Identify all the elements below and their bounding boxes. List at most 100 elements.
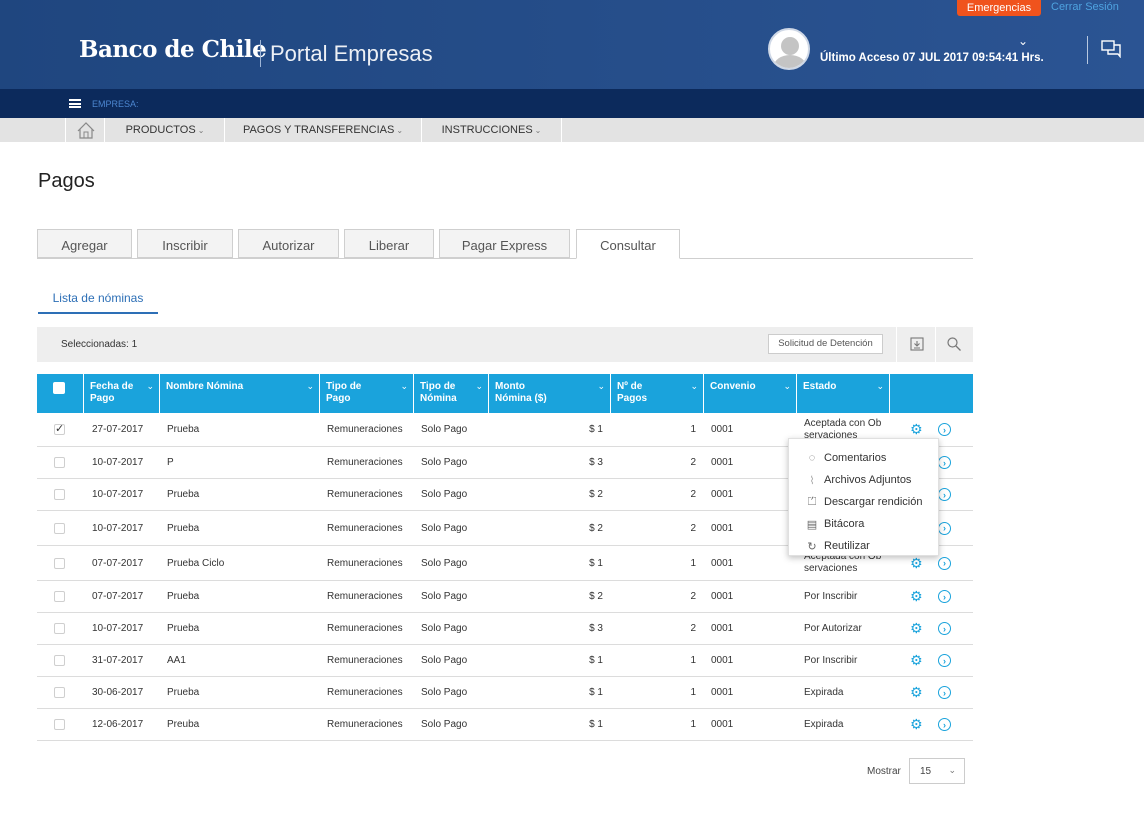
chat-icon[interactable] <box>1101 40 1121 58</box>
user-menu-chevron-icon[interactable]: ⌄ <box>1018 34 1028 48</box>
top-header: Emergencias Cerrar Sesión Banco de Chile… <box>0 0 1144 89</box>
gear-icon[interactable]: ⚙ <box>910 581 924 612</box>
col-convenio[interactable]: Convenio ⌄ <box>704 374 797 413</box>
company-label: EMPRESA: <box>92 99 139 109</box>
cell-num-pagos: 2 <box>690 591 696 602</box>
cell-convenio: 0001 <box>711 522 734 534</box>
cell-num-pagos: 1 <box>690 655 696 666</box>
cerrar-sesion-link[interactable]: Cerrar Sesión <box>1051 1 1119 13</box>
detention-request-button[interactable]: Solicitud de Detención <box>768 334 883 354</box>
table-row[interactable]: 30-06-2017 Prueba Remuneraciones Solo Pago $… <box>37 677 973 709</box>
row-checkbox[interactable] <box>54 687 65 698</box>
row-detail-cell: › <box>938 479 952 510</box>
row-checkbox[interactable] <box>54 655 65 666</box>
cell-convenio: 0001 <box>711 424 734 435</box>
chevron-right-circle-icon[interactable]: › <box>938 521 951 535</box>
col-tipo-pago-label: Tipo de Pago <box>326 381 362 404</box>
nav-pagos-transferencias[interactable]: PAGOS Y TRANSFERENCIAS ⌄ <box>225 118 422 142</box>
hamburger-menu-icon[interactable] <box>69 99 81 108</box>
nav-instrucciones-label: INSTRUCCIONES <box>441 124 533 136</box>
cell-nombre: Preuba <box>167 719 200 730</box>
portal-title: Portal Empresas <box>270 41 433 66</box>
row-checkbox[interactable] <box>54 457 65 468</box>
nav-productos-label: PRODUCTOS <box>125 124 196 136</box>
chevron-right-circle-icon[interactable]: › <box>938 556 951 570</box>
tab-liberar[interactable]: Liberar <box>344 229 434 258</box>
avatar[interactable] <box>768 28 810 70</box>
select-all-checkbox[interactable] <box>53 382 65 394</box>
row-checkbox[interactable] <box>54 489 65 500</box>
chevron-right-circle-icon[interactable]: › <box>938 456 951 469</box>
subtab-lista-nominas[interactable]: Lista de nóminas <box>38 291 158 314</box>
col-estado[interactable]: Estado ⌄ <box>797 374 890 413</box>
menu-item-archivos[interactable]: ⌇ Archivos Adjuntos <box>789 469 938 491</box>
cell-fecha: 10-07-2017 <box>92 489 144 500</box>
tab-consultar[interactable]: Consultar <box>576 229 680 259</box>
page-size-select[interactable]: 15 ⌄ <box>909 758 965 784</box>
chevron-right-circle-icon[interactable]: › <box>938 622 951 635</box>
chevron-right-circle-icon[interactable]: › <box>938 686 951 699</box>
tab-autorizar[interactable]: Autorizar <box>238 229 339 258</box>
col-fecha-pago[interactable]: Fecha de Pago ⌄ <box>84 374 160 413</box>
gear-icon[interactable]: ⚙ <box>910 645 924 676</box>
menu-item-descargar[interactable]: ⏍ Descargar rendición <box>789 491 938 513</box>
chevron-right-circle-icon[interactable]: › <box>938 590 951 603</box>
row-detail-cell: › <box>938 645 952 676</box>
page-title: Pagos <box>38 170 95 192</box>
chevron-right-circle-icon[interactable]: › <box>938 488 951 501</box>
table-row[interactable]: 10-07-2017 Prueba Remuneraciones Solo Pago $… <box>37 613 973 645</box>
cell-fecha: 12-06-2017 <box>92 719 144 730</box>
chevron-right-circle-icon[interactable]: › <box>938 654 951 667</box>
tab-pagar-express[interactable]: Pagar Express <box>439 229 570 258</box>
table-row[interactable]: 07-07-2017 Prueba Remuneraciones Solo Pago $… <box>37 581 973 613</box>
row-checkbox[interactable] <box>54 623 65 634</box>
menu-item-comentarios[interactable]: ◌ Comentarios <box>789 447 938 469</box>
cell-monto: $ 1 <box>589 719 603 730</box>
cell-fecha: 10-07-2017 <box>92 522 144 534</box>
col-monto-label: Monto Nómina ($) <box>495 381 547 404</box>
table-row[interactable]: 12-06-2017 Preuba Remuneraciones Solo Pago $… <box>37 709 973 741</box>
cell-num-pagos: 1 <box>690 687 696 698</box>
menu-item-bitacora[interactable]: ▤ Bitácora <box>789 513 938 535</box>
cell-fecha: 07-07-2017 <box>92 591 144 602</box>
chevron-right-circle-icon[interactable]: › <box>938 718 951 731</box>
gear-icon[interactable]: ⚙ <box>910 613 924 644</box>
row-checkbox[interactable] <box>54 557 65 569</box>
tab-inscribir[interactable]: Inscribir <box>137 229 233 258</box>
col-tipo-nomina[interactable]: Tipo de Nómina ⌄ <box>414 374 489 413</box>
export-download-icon[interactable] <box>909 336 925 352</box>
chevron-down-icon: ⌄ <box>396 126 404 135</box>
col-num-pagos[interactable]: Nº de Pagos ⌄ <box>611 374 704 413</box>
gear-icon[interactable]: ⚙ <box>910 709 924 740</box>
row-checkbox[interactable] <box>54 719 65 730</box>
tab-agregar[interactable]: Agregar <box>37 229 132 258</box>
row-checkbox[interactable] <box>54 591 65 602</box>
col-tipo-pago[interactable]: Tipo de Pago ⌄ <box>320 374 414 413</box>
chevron-right-circle-icon[interactable]: › <box>938 423 951 436</box>
cell-tipo-pago: Remuneraciones <box>327 522 403 534</box>
nav-productos[interactable]: PRODUCTOS ⌄ <box>106 118 225 142</box>
cell-tipo-nomina: Solo Pago <box>421 591 468 602</box>
menu-item-label: Bitácora <box>824 518 865 530</box>
cell-tipo-nomina: Solo Pago <box>421 457 468 468</box>
col-monto[interactable]: Monto Nómina ($) ⌄ <box>489 374 611 413</box>
cell-num-pagos: 2 <box>690 522 696 534</box>
cell-estado: Expirada <box>804 718 844 730</box>
home-button[interactable] <box>65 118 105 142</box>
row-checkbox[interactable] <box>54 522 65 534</box>
gear-icon[interactable]: ⚙ <box>910 677 924 708</box>
menu-item-reutilizar[interactable]: ↻ Reutilizar <box>789 535 938 557</box>
col-nombre-nomina[interactable]: Nombre Nómina ⌄ <box>160 374 320 413</box>
nav-instrucciones[interactable]: INSTRUCCIONES ⌄ <box>422 118 562 142</box>
bank-logo[interactable]: Banco de Chile <box>79 36 267 63</box>
table-row[interactable]: 31-07-2017 AA1 Remuneraciones Solo Pago $ 1 1… <box>37 645 973 677</box>
cell-estado: Por Autorizar <box>804 622 862 634</box>
cell-fecha: 10-07-2017 <box>92 457 144 468</box>
search-icon[interactable] <box>946 336 962 352</box>
row-checkbox[interactable] <box>54 422 65 435</box>
cell-tipo-nomina: Solo Pago <box>421 522 468 534</box>
cell-tipo-pago: Remuneraciones <box>327 623 403 634</box>
emergencias-button[interactable]: Emergencias <box>957 0 1041 16</box>
row-detail-cell: › <box>938 613 952 644</box>
cell-monto: $ 2 <box>589 522 603 534</box>
